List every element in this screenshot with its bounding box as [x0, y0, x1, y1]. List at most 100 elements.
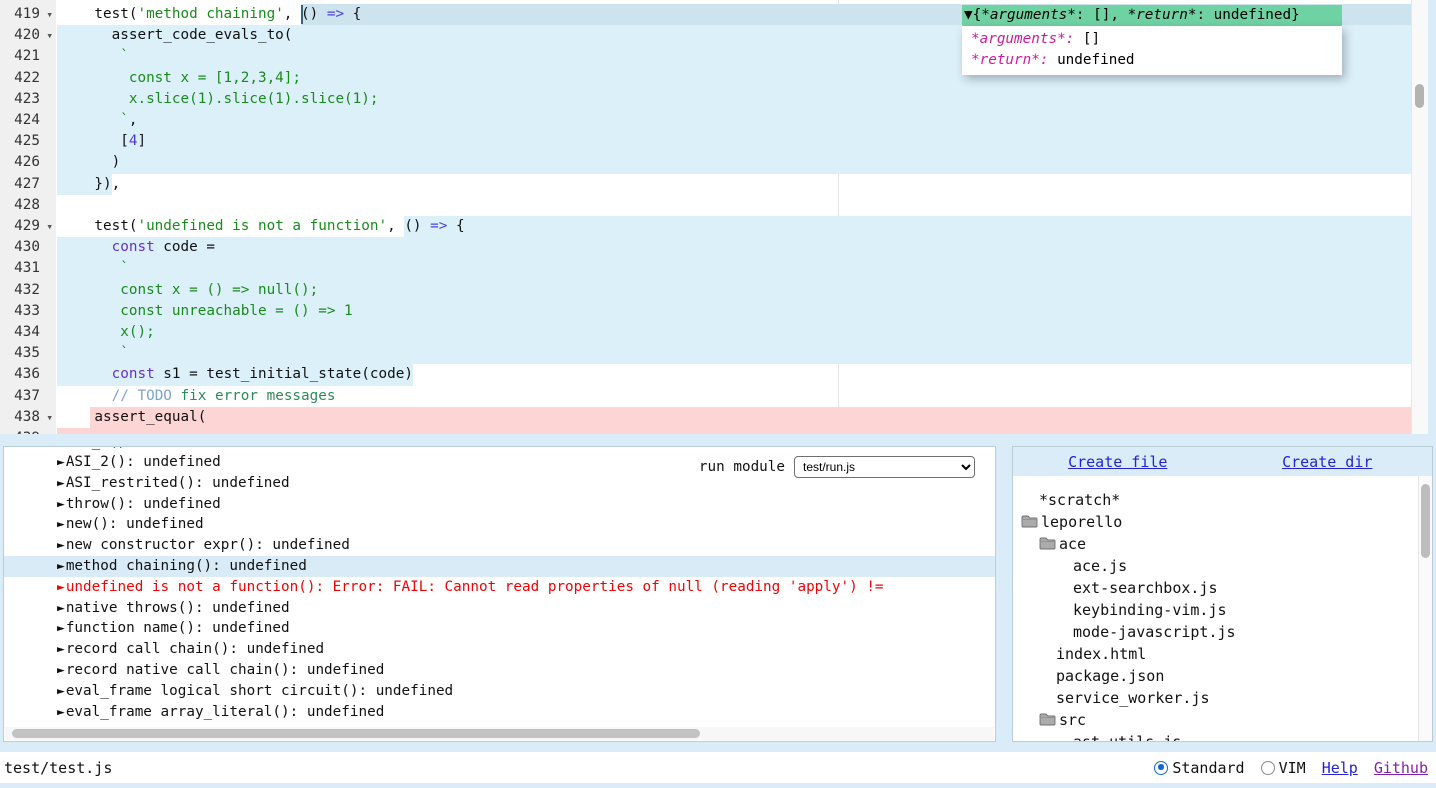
line-number: 430 [0, 237, 56, 258]
folder-icon [1039, 534, 1056, 556]
code-token: , [129, 112, 138, 128]
code-line[interactable]: `, [0, 110, 1411, 131]
expand-arrow-icon[interactable]: ► [57, 538, 65, 553]
expand-arrow-icon[interactable]: ► [57, 580, 65, 595]
create-file-link[interactable]: Create file [1068, 453, 1167, 471]
test-result-row[interactable]: ►eval_frame logical short circuit(): und… [4, 681, 995, 702]
line-number: 424 [0, 110, 56, 131]
tooltip-value: undefined [1048, 52, 1134, 68]
fold-arrow-icon[interactable]: ▾ [46, 216, 53, 237]
code-line[interactable]: const code = [0, 237, 1411, 258]
code-token: ` [60, 112, 129, 128]
code-token: () [404, 218, 430, 234]
file-tree-row[interactable]: mode-javascript.js [1013, 621, 1419, 643]
files-vertical-scrollbar[interactable] [1418, 476, 1432, 741]
test-result-row[interactable]: ►undefined is not a function(): Error: F… [4, 577, 995, 598]
value-tooltip-header[interactable]: ▼{*arguments*: [], *return*: undefined} [962, 5, 1342, 26]
gutter-line: 434 [0, 322, 56, 343]
line-highlight [57, 110, 1411, 131]
run-module-select[interactable]: test/run.js [794, 456, 975, 478]
expand-arrow-icon[interactable]: ► [57, 476, 65, 491]
file-tree-row[interactable]: index.html [1013, 643, 1419, 665]
tooltip-header-seg: : undefined} [1196, 7, 1299, 23]
code-line[interactable]: const s1 = test_initial_state(code) [0, 364, 1411, 385]
test-result-row[interactable]: ►record native call chain(): undefined [4, 660, 995, 681]
code-line[interactable] [0, 428, 1411, 434]
files-panel-header: Create file Create dir [1013, 447, 1432, 476]
code-line[interactable]: const unreachable = () => 1 [0, 301, 1411, 322]
expand-arrow-icon[interactable]: ► [57, 663, 65, 678]
file-tree-row[interactable]: ast_utils.js [1013, 731, 1419, 741]
help-link[interactable]: Help [1322, 759, 1358, 777]
tooltip-return-row[interactable]: *return*: undefined [971, 50, 1342, 71]
line-highlight [404, 216, 1411, 237]
code-line[interactable]: x.slice(1).slice(1).slice(1); [0, 89, 1411, 110]
line-number: 437 [0, 386, 56, 407]
results-scrollbar-thumb[interactable] [12, 729, 700, 738]
editor-scrollbar-thumb[interactable] [1415, 84, 1424, 108]
line-highlight [57, 343, 1411, 364]
code-line[interactable]: // TODO fix error messages [0, 386, 1411, 407]
test-result-row[interactable]: ►record call chain(): undefined [4, 639, 995, 660]
vim-radio-item[interactable]: VIM [1261, 759, 1306, 777]
code-line[interactable]: x(); [0, 322, 1411, 343]
file-tree-row[interactable]: leporello [1013, 511, 1419, 533]
expand-arrow-icon[interactable]: ► [57, 517, 65, 532]
code-line[interactable]: assert_equal( [0, 407, 1411, 428]
code-token: x.slice(1).slice(1).slice(1); [60, 91, 378, 107]
expand-arrow-icon[interactable]: ► [57, 455, 65, 470]
expand-arrow-icon[interactable]: ► [57, 497, 65, 512]
code-token: { [447, 218, 464, 234]
file-tree-row[interactable]: service_worker.js [1013, 687, 1419, 709]
file-tree-row[interactable]: ace [1013, 533, 1419, 555]
expand-arrow-icon[interactable]: ► [57, 601, 65, 616]
test-results-list: ►ASI_1(): undefined►ASI_2(): undefined►A… [4, 447, 995, 722]
github-link[interactable]: Github [1374, 759, 1428, 777]
test-result-row[interactable]: ►new(): undefined [4, 514, 995, 535]
code-token [60, 239, 112, 255]
code-line[interactable]: const x = () => null(); [0, 280, 1411, 301]
tooltip-arguments-row[interactable]: *arguments*: [] [971, 29, 1342, 50]
code-line[interactable]: }), [0, 174, 1411, 195]
editor-vertical-scrollbar[interactable] [1411, 0, 1428, 434]
test-result-row[interactable]: ►throw(): undefined [4, 494, 995, 515]
fold-arrow-icon[interactable]: ▾ [46, 4, 53, 25]
file-tree-row[interactable]: ace.js [1013, 555, 1419, 577]
code-line[interactable]: [4] [0, 131, 1411, 152]
expand-arrow-icon[interactable]: ► [57, 621, 65, 636]
file-tree-label: ext-searchbox.js [1073, 579, 1218, 597]
file-tree-row[interactable]: ext-searchbox.js [1013, 577, 1419, 599]
status-bar: test/test.js Standard VIM Help Github [0, 752, 1436, 783]
expand-arrow-icon[interactable]: ► [57, 705, 65, 720]
code-line[interactable]: test('undefined is not a function', () =… [0, 216, 1411, 237]
test-result-row[interactable]: ►new constructor expr(): undefined [4, 535, 995, 556]
file-tree-row[interactable]: src [1013, 709, 1419, 731]
test-result-row[interactable]: ►method chaining(): undefined [4, 556, 995, 577]
code-line[interactable] [0, 195, 1411, 216]
code-line[interactable]: ) [0, 152, 1411, 173]
expand-arrow-icon[interactable]: ► [57, 642, 65, 657]
line-number: 436 [0, 364, 56, 385]
radio-unselected-icon[interactable] [1261, 761, 1275, 775]
test-result-row[interactable]: ►eval_frame array_literal(): undefined [4, 702, 995, 723]
expand-arrow-icon[interactable]: ► [57, 447, 65, 450]
radio-selected-icon[interactable] [1154, 761, 1168, 775]
file-tree-row[interactable]: *scratch* [1013, 489, 1419, 511]
expand-arrow-icon[interactable]: ► [57, 559, 65, 574]
files-scrollbar-thumb[interactable] [1421, 484, 1430, 558]
expand-arrow-icon[interactable]: ► [57, 684, 65, 699]
code-line[interactable]: ` [0, 258, 1411, 279]
standard-radio-item[interactable]: Standard [1154, 759, 1244, 777]
test-result-row[interactable]: ►native throws(): undefined [4, 598, 995, 619]
test-result-row[interactable]: ►function name(): undefined [4, 618, 995, 639]
fold-arrow-icon[interactable]: ▾ [46, 407, 53, 428]
create-dir-link[interactable]: Create dir [1282, 453, 1372, 471]
file-tree-row[interactable]: package.json [1013, 665, 1419, 687]
file-tree-label: src [1059, 711, 1086, 729]
file-tree-row[interactable]: keybinding-vim.js [1013, 599, 1419, 621]
test-result-row[interactable]: ►ASI_1(): undefined [4, 447, 995, 452]
results-horizontal-scrollbar[interactable] [5, 727, 994, 740]
fold-arrow-icon[interactable]: ▾ [46, 25, 53, 46]
code-line[interactable]: ` [0, 343, 1411, 364]
code-text: // TODO fix error messages [60, 386, 335, 407]
